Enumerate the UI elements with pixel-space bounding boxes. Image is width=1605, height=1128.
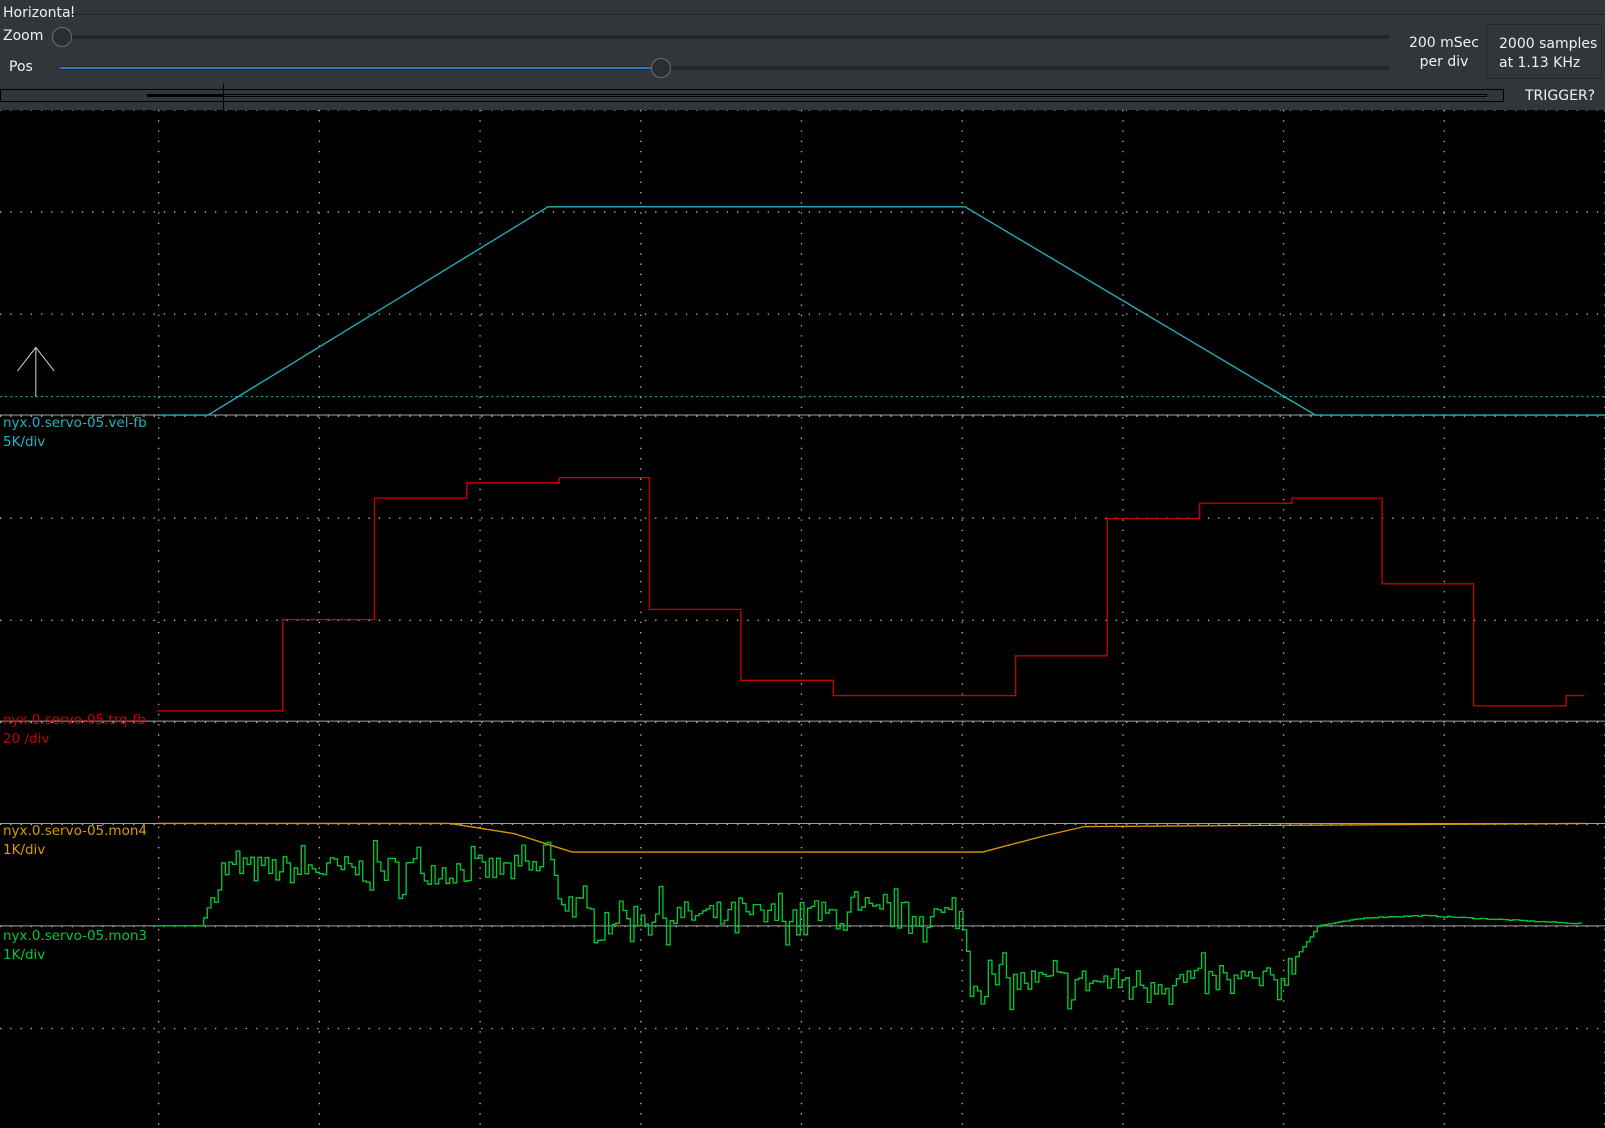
scope-display[interactable] <box>0 110 1605 1128</box>
timebase-unit: per div <box>1419 54 1469 70</box>
channel-name: nyx.0.servo-05.mon4 <box>3 823 147 839</box>
zoom-slider-track[interactable] <box>62 35 1390 39</box>
timebase-value: 200 mSec <box>1408 35 1479 51</box>
channel-label-vel-fb[interactable]: nyx.0.servo-05.vel-fb 5K/div <box>3 414 147 452</box>
pos-slider-handle[interactable] <box>651 58 671 78</box>
horizontal-group-label: Horizontal <box>3 5 75 21</box>
traces <box>156 206 1605 1011</box>
trace-trq-fb <box>156 477 1585 712</box>
trace-mon3 <box>156 839 1582 1011</box>
group-divider <box>72 14 1605 15</box>
channel-label-mon3[interactable]: nyx.0.servo-05.mon3 1K/div <box>3 927 147 965</box>
pos-slider-fill <box>60 67 661 69</box>
channel-scale: 20 /div <box>3 731 50 747</box>
channel-name: nyx.0.servo-05.mon3 <box>3 928 147 944</box>
channel-scale: 1K/div <box>3 842 46 858</box>
channel-name: nyx.0.servo-05.trq-fb <box>3 712 146 728</box>
samples-button[interactable]: 2000 samples at 1.13 KHz <box>1486 24 1602 79</box>
zoom-slider-handle[interactable] <box>52 27 72 47</box>
channel-scale: 5K/div <box>3 434 46 450</box>
record-position-bar[interactable] <box>0 89 1504 102</box>
channel-label-mon4[interactable]: nyx.0.servo-05.mon4 1K/div <box>3 822 147 860</box>
trace-vel-fb <box>156 206 1605 416</box>
baselines <box>0 396 1605 927</box>
channel-scale: 1K/div <box>3 947 46 963</box>
record-window <box>147 94 1487 97</box>
channel-name: nyx.0.servo-05.vel-fb <box>3 415 147 431</box>
samples-count: 2000 samples <box>1499 36 1598 52</box>
zoom-label: Zoom <box>3 28 44 44</box>
grid <box>0 110 1605 1128</box>
trace-mon4 <box>156 822 1587 853</box>
trigger-position-marker <box>223 84 224 110</box>
display-window-marker <box>147 94 224 97</box>
sample-rate: at 1.13 KHz <box>1499 55 1581 71</box>
trigger-arrow-icon[interactable] <box>16 346 55 397</box>
channel-label-trq-fb[interactable]: nyx.0.servo-05.trq-fb 20 /div <box>3 711 146 749</box>
trigger-status: TRIGGER? <box>1525 88 1596 104</box>
pos-label: Pos <box>9 59 33 75</box>
horizontal-panel: Horizontal Zoom Pos 200 mSec per div 200… <box>0 0 1605 110</box>
timebase-readout: 200 mSec per div <box>1400 34 1488 72</box>
